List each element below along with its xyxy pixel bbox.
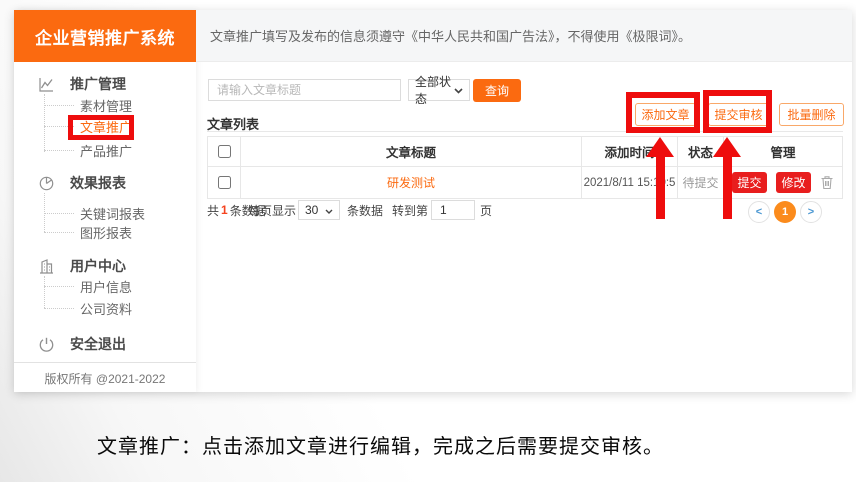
annotation-arrow-up-add xyxy=(646,137,674,219)
goto-suffix: 页 xyxy=(480,200,492,220)
sidebar-item-graph-report[interactable]: 图形报表 xyxy=(80,223,132,241)
total-prefix: 共 xyxy=(207,202,219,219)
row-modify-button[interactable]: 修改 xyxy=(776,172,811,193)
arrow-head xyxy=(646,137,674,157)
row-select-cell xyxy=(208,167,241,198)
status-filter-value: 全部状态 xyxy=(415,73,454,107)
tutorial-slide: 企业营销推广系统 推广管理 素材管理 文章推广 产品推广 效果报表 xyxy=(0,0,856,482)
select-all-checkbox[interactable] xyxy=(218,145,231,158)
tree-line xyxy=(44,308,74,309)
status-filter-select[interactable]: 全部状态 xyxy=(408,79,470,101)
next-page-button[interactable]: > xyxy=(800,201,822,223)
caption-text: 文章推广：点击添加文章进行编辑，完成之后需要提交审核。 xyxy=(97,430,664,459)
tree-line xyxy=(44,276,45,308)
sidebar-item-label: 用户信息 xyxy=(80,277,132,296)
page-1-button[interactable]: 1 xyxy=(774,201,796,223)
tree-line xyxy=(44,150,74,151)
sidebar-item-label: 图形报表 xyxy=(80,223,132,242)
highlight-box-submit-review xyxy=(703,90,772,133)
article-title-link[interactable]: 研发测试 xyxy=(387,174,435,191)
arrow-stem xyxy=(723,157,732,219)
table-row: 研发测试 2021/8/11 15:10:5 待提交 提交 修改 xyxy=(208,166,842,198)
sidebar-item-label: 素材管理 xyxy=(80,96,132,115)
sidebar-group-user-center[interactable]: 用户中心 xyxy=(38,257,126,275)
highlight-box-add-article xyxy=(626,92,700,133)
chevron-down-icon xyxy=(454,83,463,97)
article-table: 文章标题 添加时间 状态 管理 研发测试 2021/8/11 15:10:5 待… xyxy=(207,136,843,199)
app-title: 企业营销推广系统 xyxy=(14,10,196,62)
line-chart-icon xyxy=(38,76,55,93)
per-page-select[interactable]: 30 xyxy=(298,200,340,220)
batch-delete-button[interactable]: 批量删除 xyxy=(779,103,844,126)
sidebar-item-label: 公司资料 xyxy=(80,299,132,318)
trash-icon[interactable] xyxy=(820,175,834,190)
notice-bar: 文章推广填写及发布的信息须遵守《中华人民共和国广告法》，不得使用《极限词》。 xyxy=(196,10,852,62)
sidebar-group-logout[interactable]: 安全退出 xyxy=(38,335,126,353)
sidebar-group-label: 推广管理 xyxy=(70,74,126,94)
tree-line xyxy=(44,286,74,287)
header-manage: 管理 xyxy=(724,137,842,166)
sidebar-group-promotion[interactable]: 推广管理 xyxy=(38,75,126,93)
sidebar-group-label: 效果报表 xyxy=(70,173,126,193)
header-title: 文章标题 xyxy=(241,137,582,166)
sidebar-item-label: 产品推广 xyxy=(80,141,132,160)
query-button[interactable]: 查询 xyxy=(473,79,521,102)
tree-line xyxy=(44,94,45,152)
tree-line xyxy=(44,213,74,214)
goto-label: 转到第 xyxy=(392,200,428,220)
sidebar-divider xyxy=(14,362,196,363)
sidebar-group-label: 用户中心 xyxy=(70,256,126,276)
sidebar-group-label: 安全退出 xyxy=(70,334,126,354)
sidebar: 企业营销推广系统 推广管理 素材管理 文章推广 产品推广 效果报表 xyxy=(14,10,196,392)
sidebar-item-user-info[interactable]: 用户信息 xyxy=(80,277,132,295)
highlight-box-article-nav xyxy=(68,115,134,140)
per-page-suffix: 条数据 xyxy=(347,200,383,220)
notice-text: 文章推广填写及发布的信息须遵守《中华人民共和国广告法》，不得使用《极限词》。 xyxy=(210,26,691,45)
copyright-text: 版权所有 @2021-2022 xyxy=(14,370,196,387)
sidebar-item-product[interactable]: 产品推广 xyxy=(80,141,132,159)
per-page-label: 每页显示 xyxy=(248,200,296,220)
goto-page-input[interactable] xyxy=(431,200,475,220)
sidebar-item-label: 关键词报表 xyxy=(80,204,145,223)
row-checkbox[interactable] xyxy=(218,176,231,189)
building-icon xyxy=(38,258,55,275)
pie-chart-icon xyxy=(38,175,55,192)
sidebar-item-company-info[interactable]: 公司资料 xyxy=(80,299,132,317)
power-icon xyxy=(38,336,55,353)
prev-page-button[interactable]: < xyxy=(748,201,770,223)
tree-line xyxy=(44,232,74,233)
total-count: 1 xyxy=(219,203,230,217)
annotation-arrow-up-submit xyxy=(713,137,741,219)
tree-line xyxy=(44,105,74,106)
search-input[interactable] xyxy=(208,79,401,101)
sidebar-item-keyword-report[interactable]: 关键词报表 xyxy=(80,204,145,222)
sidebar-item-material[interactable]: 素材管理 xyxy=(80,96,132,114)
chevron-down-icon xyxy=(325,203,333,217)
arrow-head xyxy=(713,137,741,157)
per-page-value: 30 xyxy=(305,203,318,217)
table-header-row: 文章标题 添加时间 状态 管理 xyxy=(208,137,842,166)
arrow-stem xyxy=(656,157,665,219)
sidebar-group-reports[interactable]: 效果报表 xyxy=(38,174,126,192)
select-all-cell xyxy=(208,137,241,166)
